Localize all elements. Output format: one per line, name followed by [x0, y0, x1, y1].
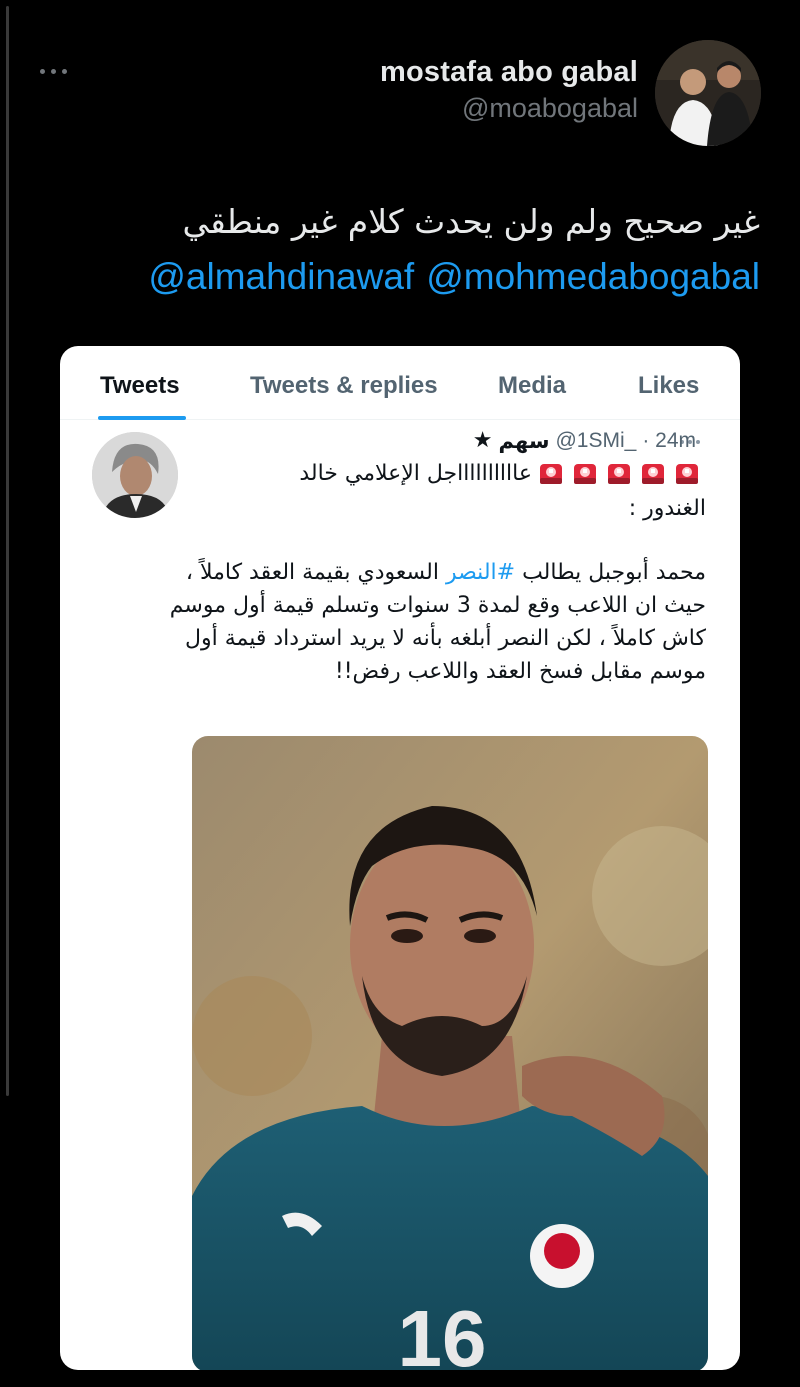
player-photo: 16	[192, 736, 708, 1370]
quoted-line-2: الغندور :	[628, 496, 706, 521]
quoted-author-handle: @1SMi_	[555, 428, 637, 452]
siren-icon	[642, 464, 664, 484]
hashtag-link: #النصر	[445, 560, 516, 585]
siren-icons	[538, 460, 700, 486]
attached-screenshot[interactable]: Tweets Tweets & replies Media Likes ★ سه…	[60, 346, 740, 1370]
quoted-author-avatar	[92, 432, 178, 518]
mention-link[interactable]: @mohmedabogabal	[426, 250, 760, 304]
quoted-author-name: سهم	[498, 428, 550, 453]
star-icon: ★	[472, 428, 493, 453]
quoted-tweet-header: ★ سهم @1SMi_ · 24m	[473, 428, 696, 453]
quoted-line-1: عااااااااااجل الإعلامي خالد	[299, 460, 700, 486]
quoted-body-start: محمد أبوجبل يطالب	[515, 560, 706, 585]
tweet-mentions: @almahdinawaf @mohmedabogabal	[148, 250, 760, 304]
tab-likes: Likes	[638, 372, 700, 399]
mention-link[interactable]: @almahdinawaf	[148, 250, 414, 304]
svg-text:16: 16	[398, 1294, 487, 1370]
scroll-indicator[interactable]	[6, 6, 9, 1096]
author-avatar[interactable]	[655, 40, 761, 146]
siren-icon	[608, 464, 630, 484]
siren-icon	[574, 464, 596, 484]
quoted-time: · 24m	[642, 428, 696, 452]
profile-tabs: Tweets Tweets & replies Media Likes	[60, 346, 740, 420]
tweet-text: غير صحيح ولم ولن يحدث كلام غير منطقي	[182, 202, 760, 241]
more-options-icon[interactable]	[40, 64, 74, 78]
tab-tweets-replies: Tweets & replies	[250, 372, 438, 399]
active-tab-indicator	[98, 416, 186, 420]
author-name[interactable]: mostafa abo gabal	[380, 56, 638, 89]
quoted-line-1-text: عااااااااااجل الإعلامي خالد	[299, 460, 532, 486]
author-handle[interactable]: @moabogabal	[380, 93, 638, 124]
siren-icon	[540, 464, 562, 484]
tweet-author[interactable]: mostafa abo gabal @moabogabal	[380, 56, 638, 124]
siren-icon	[676, 464, 698, 484]
tab-media: Media	[498, 372, 567, 399]
tab-tweets: Tweets	[100, 372, 180, 399]
quoted-tweet-body: محمد أبوجبل يطالب #النصر السعودي بقيمة ا…	[146, 556, 706, 688]
